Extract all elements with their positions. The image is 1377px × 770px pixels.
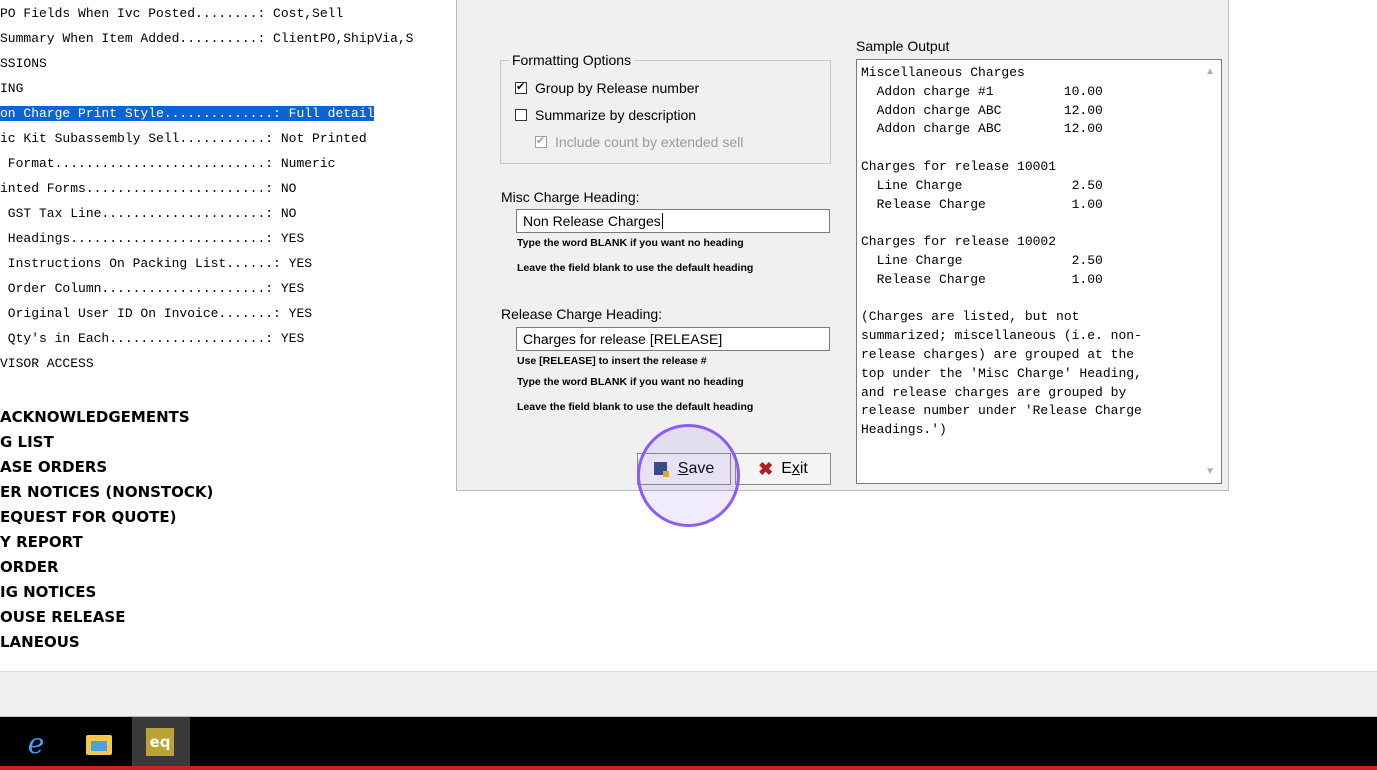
release-hint-insert: Use [RELEASE] to insert the release # bbox=[517, 355, 707, 367]
file-explorer-icon[interactable] bbox=[85, 729, 113, 757]
settings-row-text: PO Fields When Ivc Posted........: Cost,… bbox=[0, 6, 344, 21]
settings-row-text: inted Forms.......................: NO bbox=[0, 181, 297, 196]
settings-row-text: Headings.........................: YES bbox=[0, 231, 305, 246]
settings-row-text: Order Column.....................: YES bbox=[0, 281, 305, 296]
summarize-label: Summarize by description bbox=[535, 107, 697, 123]
misc-charge-heading-label: Misc Charge Heading: bbox=[501, 189, 640, 205]
settings-row-text: on Charge Print Style..............: Ful… bbox=[0, 106, 375, 121]
settings-row-text: Qty's in Each....................: YES bbox=[0, 331, 305, 346]
settings-row[interactable]: inted Forms.......................: NO bbox=[0, 179, 296, 199]
checkbox-box[interactable] bbox=[515, 109, 527, 121]
eq-app-icon: eq bbox=[146, 728, 174, 756]
internet-explorer-icon[interactable]: e bbox=[22, 727, 50, 760]
forms-list-item[interactable]: OUSE RELEASE bbox=[0, 605, 125, 630]
close-icon: ✖ bbox=[758, 458, 774, 479]
settings-row[interactable]: Order Column.....................: YES bbox=[0, 279, 304, 299]
include-count-checkbox: Include count by extended sell bbox=[535, 134, 743, 150]
eq-app-taskbar-button[interactable]: eq bbox=[132, 717, 190, 766]
settings-row[interactable]: GST Tax Line.....................: NO bbox=[0, 204, 297, 224]
sample-output-label: Sample Output bbox=[856, 38, 950, 54]
forms-list-item[interactable]: LANEOUS bbox=[0, 630, 80, 655]
settings-row[interactable]: ING bbox=[0, 79, 23, 99]
settings-row-text: VISOR ACCESS bbox=[0, 356, 94, 371]
checkbox-box bbox=[535, 134, 547, 148]
settings-row-text: Format...........................: Numer… bbox=[0, 156, 336, 171]
settings-row-text: SSIONS bbox=[0, 56, 47, 71]
group-by-release-checkbox[interactable]: Group by Release number bbox=[515, 80, 699, 96]
click-highlight-ring bbox=[637, 424, 740, 527]
settings-row[interactable]: Headings.........................: YES bbox=[0, 229, 304, 249]
settings-row-text: Summary When Item Added..........: Clien… bbox=[0, 31, 414, 46]
settings-row[interactable]: SSIONS bbox=[0, 54, 47, 74]
misc-charge-heading-input[interactable]: Non Release Charges bbox=[516, 209, 830, 233]
settings-row-text: ING bbox=[0, 81, 24, 96]
forms-list-item[interactable]: ASE ORDERS bbox=[0, 455, 107, 480]
release-charge-heading-label: Release Charge Heading: bbox=[501, 306, 663, 322]
settings-row[interactable]: PO Fields When Ivc Posted........: Cost,… bbox=[0, 4, 343, 24]
scroll-down-icon[interactable]: ▼ bbox=[1205, 466, 1215, 477]
forms-list-item[interactable]: ER NOTICES (NONSTOCK) bbox=[0, 480, 213, 505]
charge-print-style-dialog: Formatting Options Group by Release numb… bbox=[456, 0, 1229, 491]
sample-output-text: Miscellaneous Charges Addon charge #1 10… bbox=[861, 65, 1142, 438]
settings-row[interactable]: Summary When Item Added..........: Clien… bbox=[0, 29, 413, 49]
summarize-by-description-checkbox[interactable]: Summarize by description bbox=[515, 107, 696, 123]
settings-row-text: GST Tax Line.....................: NO bbox=[0, 206, 297, 221]
misc-charge-heading-value: Non Release Charges bbox=[523, 213, 663, 229]
taskbar-accent bbox=[0, 766, 1377, 770]
forms-list-item[interactable]: Y REPORT bbox=[0, 530, 83, 555]
settings-row-text: ic Kit Subassembly Sell...........: Not … bbox=[0, 131, 367, 146]
settings-row[interactable]: VISOR ACCESS bbox=[0, 354, 94, 374]
group-by-release-label: Group by Release number bbox=[535, 80, 700, 96]
include-count-label: Include count by extended sell bbox=[555, 134, 744, 150]
release-hint-default: Leave the field blank to use the default… bbox=[517, 401, 754, 413]
release-charge-heading-input[interactable]: Charges for release [RELEASE] bbox=[516, 327, 830, 351]
settings-row[interactable]: Format...........................: Numer… bbox=[0, 154, 336, 174]
settings-row-text: Instructions On Packing List......: YES bbox=[0, 256, 313, 271]
forms-list-item[interactable]: G LIST bbox=[0, 430, 54, 455]
settings-row[interactable]: Instructions On Packing List......: YES bbox=[0, 254, 312, 274]
misc-hint-blank: Type the word BLANK if you want no headi… bbox=[517, 237, 744, 249]
forms-list-item[interactable]: EQUEST FOR QUOTE) bbox=[0, 505, 176, 530]
formatting-options-title: Formatting Options bbox=[509, 52, 635, 68]
release-hint-blank: Type the word BLANK if you want no headi… bbox=[517, 376, 744, 388]
scroll-up-icon[interactable]: ▲ bbox=[1205, 66, 1215, 77]
forms-list-item[interactable]: IG NOTICES bbox=[0, 580, 96, 605]
misc-hint-default: Leave the field blank to use the default… bbox=[517, 262, 754, 274]
settings-row[interactable]: Qty's in Each....................: YES bbox=[0, 329, 304, 349]
exit-button[interactable]: ✖ Exit bbox=[735, 453, 831, 485]
settings-row-text: Original User ID On Invoice.......: YES bbox=[0, 306, 313, 321]
sample-output-box[interactable]: Miscellaneous Charges Addon charge #1 10… bbox=[856, 59, 1222, 484]
exit-label: Exit bbox=[781, 460, 808, 477]
settings-row-selected[interactable]: on Charge Print Style..............: Ful… bbox=[0, 104, 375, 124]
checkbox-box[interactable] bbox=[515, 80, 527, 94]
settings-row[interactable]: ic Kit Subassembly Sell...........: Not … bbox=[0, 129, 367, 149]
forms-list-item[interactable]: ACKNOWLEDGEMENTS bbox=[0, 405, 190, 430]
release-charge-heading-value: Charges for release [RELEASE] bbox=[523, 331, 723, 347]
taskbar: e bbox=[0, 717, 1377, 770]
forms-list-item[interactable]: ORDER bbox=[0, 555, 59, 580]
settings-row[interactable]: Original User ID On Invoice.......: YES bbox=[0, 304, 312, 324]
status-bar bbox=[0, 671, 1377, 717]
